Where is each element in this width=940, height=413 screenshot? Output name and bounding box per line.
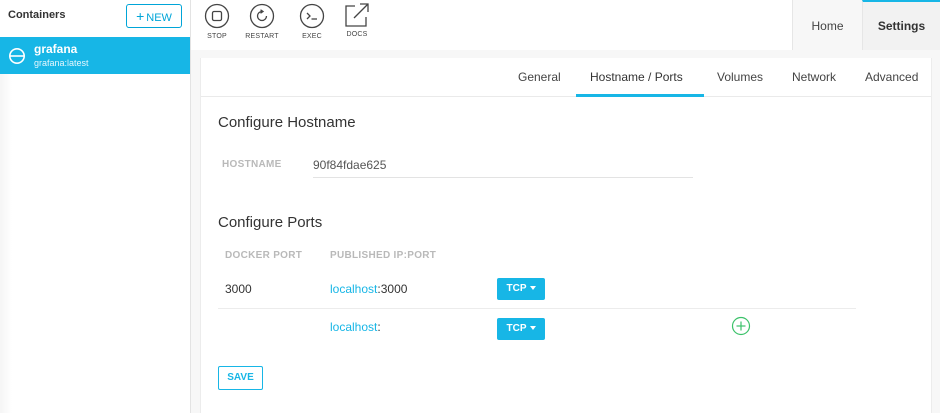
docs-label: DOCS <box>346 31 368 38</box>
new-protocol-label: TCP <box>506 323 527 334</box>
hostname-label: HOSTNAME <box>222 159 282 170</box>
port-row-divider <box>218 308 856 309</box>
stop-label: STOP <box>207 33 227 40</box>
container-list-item[interactable]: grafana grafana:latest <box>0 37 190 74</box>
docker-port-value: 3000 <box>225 282 252 296</box>
hostname-section-title: Configure Hostname <box>218 114 356 131</box>
new-button-label: NEW <box>146 12 172 24</box>
sidebar-shadow <box>0 74 12 413</box>
protocol-dropdown[interactable]: TCP <box>497 278 545 300</box>
stop-icon <box>204 3 230 29</box>
ports-section-title: Configure Ports <box>218 214 323 231</box>
new-published-host: localhost <box>330 320 378 334</box>
new-protocol-dropdown[interactable]: TCP <box>497 318 545 340</box>
exec-button[interactable]: EXEC <box>292 3 332 40</box>
tab-home[interactable]: Home <box>792 0 862 50</box>
top-tabs: Home Settings <box>792 0 940 52</box>
sidebar-header: Containers + NEW <box>0 0 190 36</box>
stop-button[interactable]: STOP <box>197 3 237 40</box>
hostname-input[interactable] <box>313 153 693 178</box>
subtab-volumes[interactable]: Volumes <box>717 70 763 84</box>
container-name: grafana <box>34 42 78 56</box>
tab-settings[interactable]: Settings <box>862 0 940 50</box>
new-published-separator: : <box>377 320 381 334</box>
sidebar-title: Containers <box>8 9 66 21</box>
new-published-port-field[interactable]: localhost: <box>330 320 381 334</box>
subtab-advanced[interactable]: Advanced <box>865 70 918 84</box>
new-container-button[interactable]: + NEW <box>126 4 182 28</box>
restart-button[interactable]: RESTART <box>242 3 282 40</box>
sidebar: Containers + NEW grafana grafana:latest <box>0 0 191 413</box>
caret-down-icon <box>529 326 536 331</box>
subtab-hostname-ports[interactable]: Hostname / Ports <box>590 70 683 84</box>
restart-label: RESTART <box>245 33 279 40</box>
plus-icon: + <box>136 8 145 24</box>
published-host-port: 3000 <box>380 282 408 296</box>
add-port-icon[interactable] <box>731 316 751 336</box>
save-button[interactable]: SAVE <box>218 366 263 390</box>
published-host: localhost <box>330 282 378 296</box>
protocol-label: TCP <box>506 283 527 294</box>
published-port-column-header: PUBLISHED IP:PORT <box>330 250 437 261</box>
active-subtab-indicator <box>576 94 704 97</box>
subtab-network[interactable]: Network <box>792 70 836 84</box>
docs-button[interactable]: DOCS <box>337 3 377 38</box>
settings-panel: General Hostname / Ports Volumes Network… <box>200 58 932 413</box>
external-link-icon <box>345 3 369 27</box>
restart-icon <box>249 3 275 29</box>
published-port-value[interactable]: localhost:3000 <box>330 282 407 296</box>
caret-down-icon <box>529 286 536 291</box>
container-image: grafana:latest <box>34 58 89 68</box>
settings-subtabs: General Hostname / Ports Volumes Network… <box>201 58 931 97</box>
container-status-icon <box>9 48 25 64</box>
subtab-general[interactable]: General <box>518 70 561 84</box>
terminal-icon <box>299 3 325 29</box>
docker-port-column-header: DOCKER PORT <box>225 250 303 261</box>
exec-label: EXEC <box>302 33 322 40</box>
